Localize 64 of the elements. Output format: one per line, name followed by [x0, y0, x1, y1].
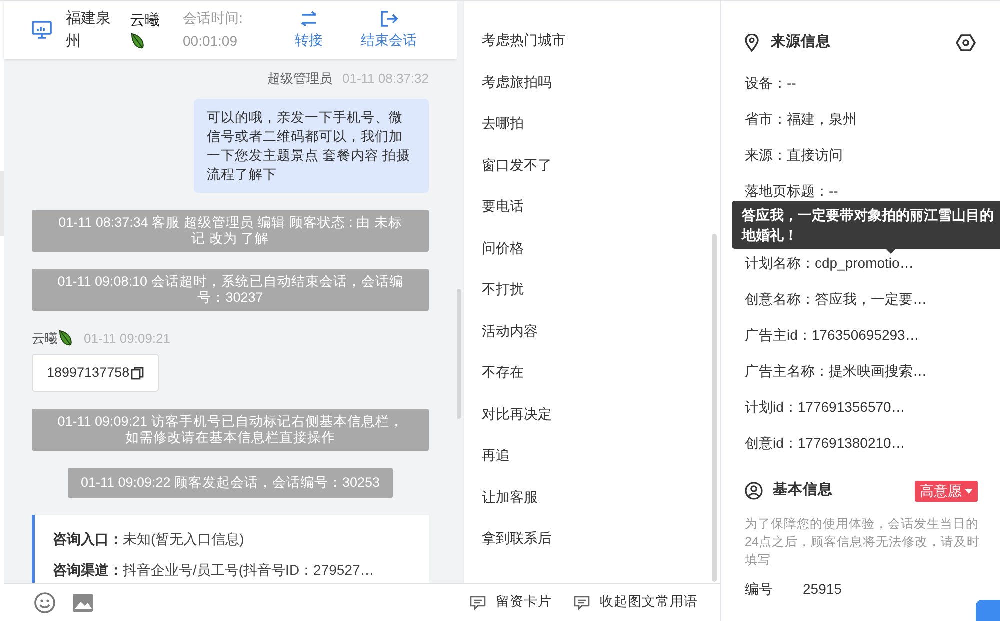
source-info-row-text: 创意id：177691380210… — [745, 434, 906, 453]
footer-button[interactable]: 收起图文常用语 — [574, 592, 698, 613]
settings-icon[interactable] — [956, 34, 976, 52]
message-time: 01-11 08:37:32 — [342, 70, 429, 88]
source-info-row-text: 设备：-- — [745, 74, 798, 93]
source-info-row-text: 落地页标题：-- — [745, 182, 840, 201]
info-line: 咨询渠道：抖音企业号/员工号(抖音号ID：279527… — [53, 561, 376, 580]
system-message: 01-11 09:08:10 会话超时，系统已自动结束会话，会话编号：30237 — [32, 268, 429, 310]
source-info-row-text: 省市：福建，泉州 — [745, 110, 858, 129]
quick-reply-item[interactable]: 对比再决定 — [482, 402, 712, 444]
quick-reply-item[interactable]: 拿到联系后 — [482, 527, 712, 568]
quick-reply-item[interactable]: 不打扰 — [482, 278, 712, 320]
source-info-row-text: 创意名称：答应我，一定要… — [745, 290, 928, 309]
source-info-row-text: 计划名称：cdp_promotio… — [745, 254, 915, 273]
end-session-button[interactable]: 结束会话 — [361, 9, 417, 51]
exit-icon — [380, 9, 398, 29]
source-info-row-text: 计划id：177691356570… — [745, 398, 906, 417]
info-line: 咨询入口：未知(暂无入口信息) — [53, 530, 246, 549]
monitor-icon — [32, 21, 52, 39]
image-icon[interactable] — [72, 592, 94, 612]
message-icon — [470, 596, 486, 610]
section-title: 基本信息 — [773, 480, 833, 500]
user-icon — [745, 482, 763, 500]
source-info-row-text: 广告主名称：提米映画搜索… — [745, 362, 928, 381]
quick-reply-item[interactable]: 让加客服 — [482, 486, 712, 527]
notice-text: 为了保障您的使用体验，会话发生当日的24点之后，顾客信息将无法修改，请及时填写 — [745, 516, 980, 569]
location-pin-icon — [745, 34, 759, 52]
system-message: 01-11 08:37:34 客服 超级管理员 编辑 顾客状态 : 由 未标记 改为 了解 — [32, 210, 429, 252]
swap-arrows-icon — [299, 9, 319, 29]
quick-reply-item[interactable]: 再追 — [482, 444, 712, 486]
quick-reply-item[interactable]: 考虑热门城市 — [482, 29, 712, 70]
source-info-row-text: 来源：直接访问 — [745, 146, 844, 165]
session-duration: 00:01:09 — [183, 32, 238, 51]
phone-number: 18997137758 — [47, 364, 130, 382]
duration-label: 会话时间: — [183, 9, 244, 28]
quick-reply-item[interactable]: 活动内容 — [482, 320, 712, 361]
system-message: 01-11 09:09:22 顾客发起会话，会话编号：30253 — [68, 468, 394, 498]
source-info-row-text: 广告主id：176350695293… — [745, 326, 920, 345]
visitor-location: 福建泉州 — [66, 9, 112, 52]
quick-reply-item[interactable]: 去哪拍 — [482, 112, 712, 154]
copy-icon[interactable] — [130, 366, 144, 380]
emoji-icon[interactable] — [34, 592, 56, 614]
tooltip: 答应我，一定要带对象拍的丽江雪山目的地婚礼！ — [732, 201, 1000, 249]
sender-name: 超级管理员 — [268, 70, 332, 88]
quick-reply-item[interactable]: 窗口发不了 — [482, 154, 712, 195]
message-bubble: 可以的哦，亲发一下手机号、微信号或者二维码都可以，我们加一下您发主题景点 套餐内容 拍摄流程了解下 — [194, 98, 429, 192]
sender-name: 云曦 — [32, 330, 58, 348]
quick-reply-item[interactable]: 考虑旅拍吗 — [482, 70, 712, 112]
field-value: 25915 — [803, 580, 842, 599]
quick-reply-item[interactable]: 不存在 — [482, 361, 712, 402]
field-label: 编号 — [745, 580, 773, 599]
section-title: 来源信息 — [771, 32, 831, 52]
leaf-icon — [58, 329, 74, 348]
quick-reply-item[interactable]: 要电话 — [482, 195, 712, 236]
quick-reply-item[interactable]: 问价格 — [482, 236, 712, 278]
footer-button[interactable]: 留资卡片 — [470, 592, 552, 613]
caret-icon — [965, 488, 973, 494]
intent-dropdown[interactable]: 高意愿 — [915, 480, 978, 502]
system-message: 01-11 09:09:21 访客手机号已自动标记右侧基本信息栏，如需修改请在基本信息栏直接操作 — [32, 409, 429, 451]
message-time: 01-11 09:09:21 — [84, 330, 170, 348]
message-icon — [574, 596, 590, 610]
transfer-button[interactable]: 转接 — [295, 9, 323, 51]
visitor-name: 云曦 — [130, 10, 160, 31]
leaf-icon — [130, 32, 146, 50]
